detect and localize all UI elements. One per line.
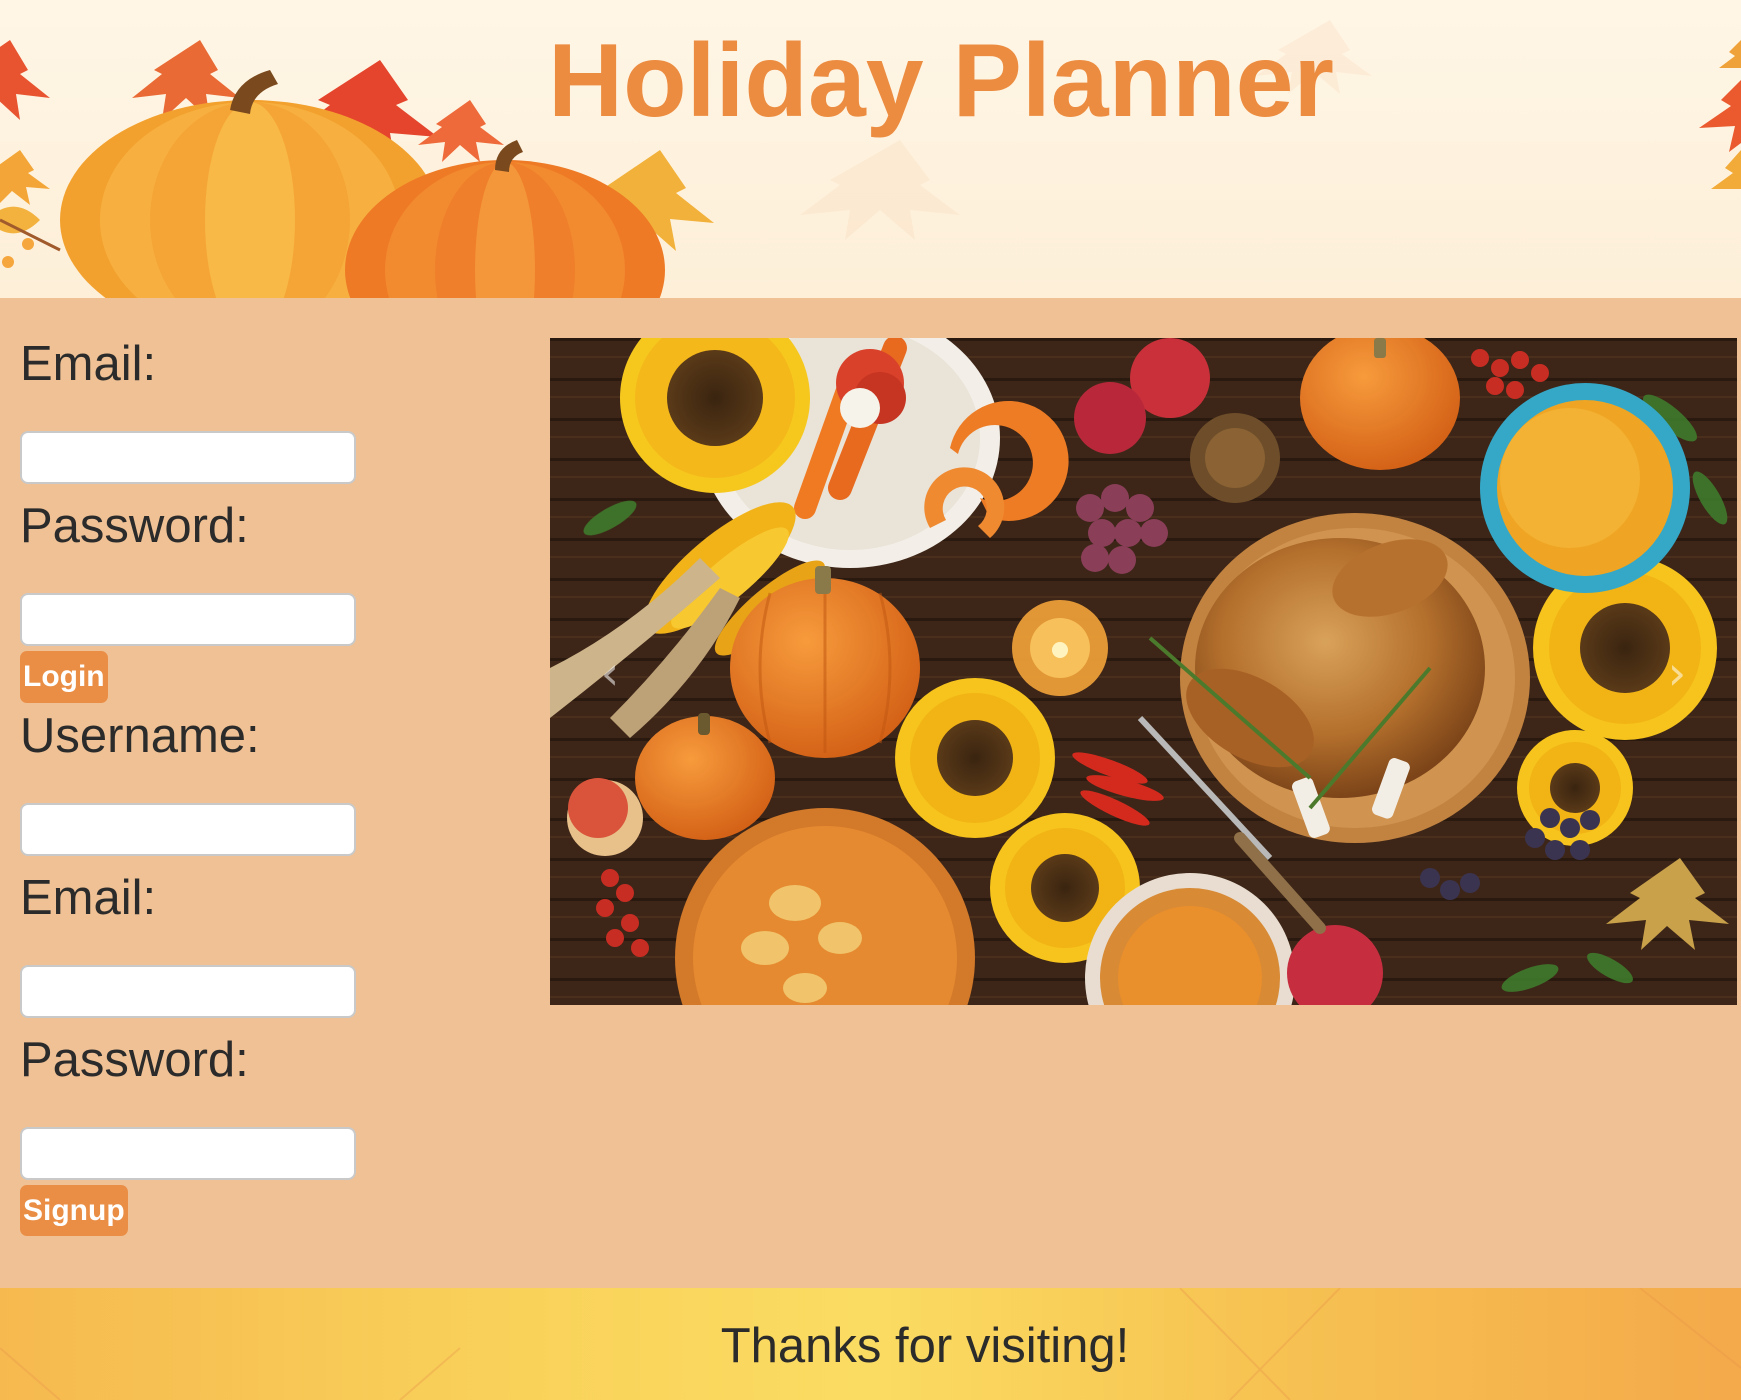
image-carousel[interactable]: ‹ › xyxy=(550,338,1737,1005)
login-password-input[interactable] xyxy=(20,593,356,646)
login-button[interactable]: Login xyxy=(20,651,108,703)
maple-leaf-icon xyxy=(0,40,50,120)
login-email-label: Email: xyxy=(20,337,157,391)
thanksgiving-feast-image xyxy=(550,338,1737,1005)
signup-button[interactable]: Signup xyxy=(20,1184,128,1236)
site-header: Holiday Planner xyxy=(0,0,1741,298)
site-footer: Thanks for visiting! xyxy=(0,1288,1741,1400)
auth-forms: Email: Password: Login Username: Email: … xyxy=(20,340,440,1236)
signup-email-input[interactable] xyxy=(20,964,356,1018)
chevron-left-icon[interactable]: ‹ xyxy=(590,643,630,703)
site-title: Holiday Planner xyxy=(548,23,1334,139)
login-password-label: Password: xyxy=(20,499,249,553)
chevron-right-icon[interactable]: › xyxy=(1657,643,1697,703)
login-form: Email: Password: Login xyxy=(20,340,440,703)
signup-form: Username: Email: Password: Signup xyxy=(20,708,440,1236)
page: Holiday Planner Email: Password: Login U… xyxy=(0,0,1741,1400)
signup-password-input[interactable] xyxy=(20,1126,356,1180)
login-email-input[interactable] xyxy=(20,431,356,484)
signup-password-label: Password: xyxy=(20,1032,249,1087)
signup-username-label: Username: xyxy=(20,708,260,763)
signup-username-input[interactable] xyxy=(20,802,356,856)
signup-email-label: Email: xyxy=(20,870,157,925)
footer-message: Thanks for visiting! xyxy=(720,1319,1130,1373)
